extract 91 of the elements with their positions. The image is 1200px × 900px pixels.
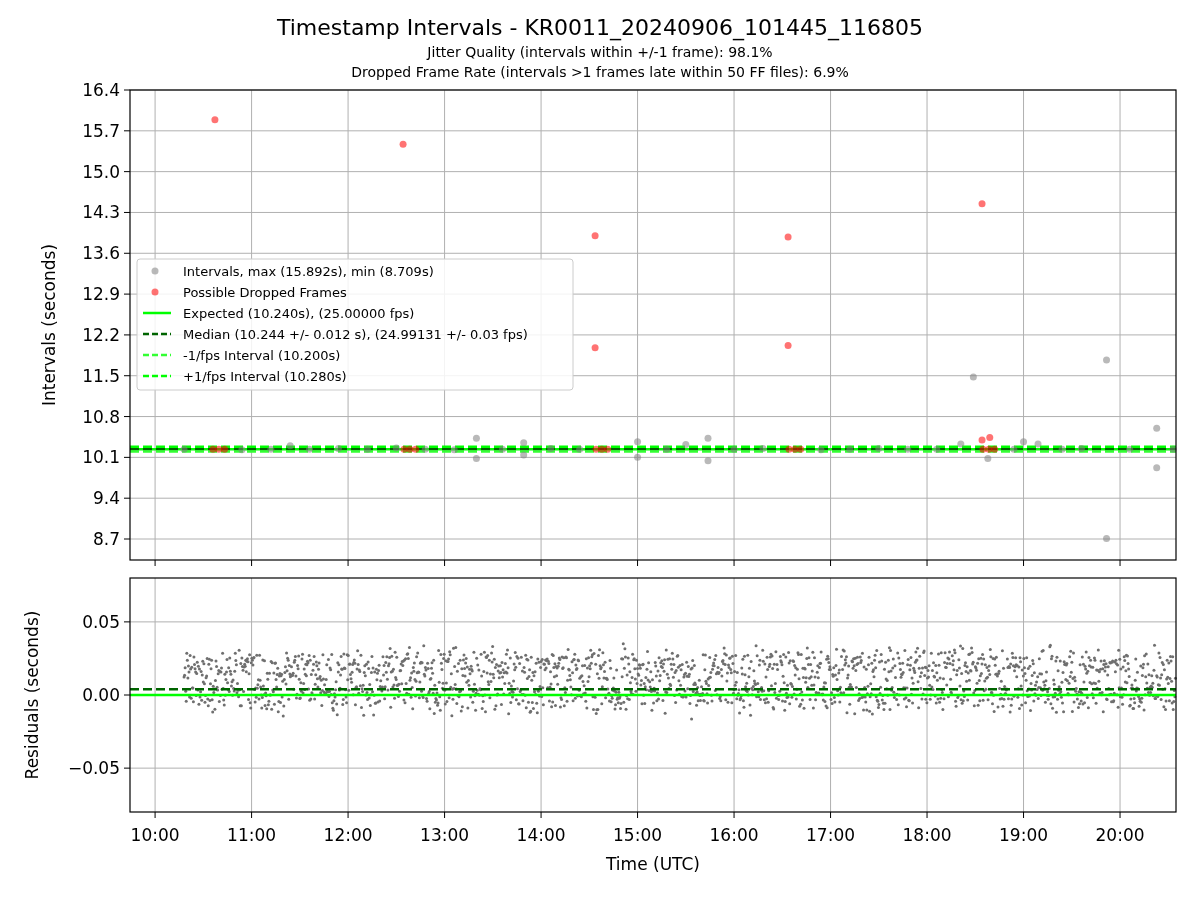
tick-label: 10.8 xyxy=(82,406,120,427)
legend-label: -1/fps Interval (10.200s) xyxy=(183,348,341,363)
point xyxy=(846,445,854,453)
point xyxy=(412,445,420,453)
point xyxy=(991,445,999,453)
point xyxy=(704,457,712,465)
legend-label: Intervals, max (15.892s), min (8.709s) xyxy=(183,264,434,279)
point xyxy=(663,445,671,453)
tick-label: 14:00 xyxy=(516,825,566,845)
point xyxy=(785,445,793,453)
tick-label: 0.00 xyxy=(82,685,120,705)
tick-label: 9.4 xyxy=(92,488,120,509)
point xyxy=(498,445,506,453)
point xyxy=(986,434,994,442)
tick-label: 13:00 xyxy=(420,825,470,845)
point xyxy=(400,445,408,453)
tick-label: 18:00 xyxy=(902,825,952,845)
tick-label: 15.7 xyxy=(82,120,120,141)
point xyxy=(472,434,480,442)
legend-label: +1/fps Interval (10.280s) xyxy=(183,369,347,384)
tick-label: 11.5 xyxy=(82,365,120,386)
point xyxy=(180,445,188,453)
point xyxy=(238,446,246,454)
axis-label: Residuals (seconds) xyxy=(22,610,42,780)
tick-label: 10:00 xyxy=(130,825,180,845)
point xyxy=(978,436,986,444)
point xyxy=(221,445,229,453)
point xyxy=(472,455,480,463)
point xyxy=(450,446,458,454)
point xyxy=(598,445,606,453)
point xyxy=(634,453,642,461)
tick-label: 10.1 xyxy=(82,447,120,468)
legend-label: Possible Dropped Frames xyxy=(183,285,347,300)
point xyxy=(604,445,612,453)
point xyxy=(730,445,738,453)
point xyxy=(1126,445,1134,453)
point xyxy=(634,438,642,446)
point xyxy=(875,445,883,453)
chart-title: Timestamp Intervals - KR0011_20240906_101445_116805 xyxy=(276,14,924,42)
tick-label: 12.2 xyxy=(82,324,120,345)
point xyxy=(305,445,313,453)
point xyxy=(1034,440,1042,448)
point xyxy=(682,441,690,449)
point xyxy=(797,445,805,453)
point xyxy=(1077,445,1085,453)
point xyxy=(791,445,799,453)
point xyxy=(904,445,912,453)
chart-subtitle: Dropped Frame Rate (intervals >1 frames late within 50 FF files): 6.9% xyxy=(351,63,849,82)
tick-label: 16.4 xyxy=(82,80,120,100)
point xyxy=(592,445,600,453)
point xyxy=(817,446,825,454)
point xyxy=(759,445,767,453)
tick-label: 16:00 xyxy=(709,825,759,845)
point xyxy=(984,455,992,463)
legend-label: Median (10.244 +/- 0.012 s), (24.99131 +/- 0.03 fps) xyxy=(183,327,528,342)
point xyxy=(406,445,414,453)
point xyxy=(267,445,275,453)
tick-label: 17:00 xyxy=(806,825,856,845)
tick-label: 15.0 xyxy=(82,161,120,182)
point xyxy=(392,444,400,452)
tick-label: 14.3 xyxy=(82,202,120,223)
point xyxy=(286,442,294,450)
point xyxy=(1020,438,1028,446)
tick-label: 12:00 xyxy=(323,825,373,845)
point xyxy=(520,451,528,459)
chart-subtitle: Jitter Quality (intervals within +/-1 frame): 98.1% xyxy=(427,43,773,62)
point xyxy=(985,445,993,453)
point xyxy=(334,445,342,453)
tick-label: 13.6 xyxy=(82,243,120,264)
point xyxy=(421,445,429,453)
tick-label: 8.7 xyxy=(92,529,120,549)
axis-label: Intervals (seconds) xyxy=(39,243,59,407)
legend-label: Expected (10.240s), (25.00000 fps) xyxy=(183,306,415,321)
tick-label: 15:00 xyxy=(613,825,663,845)
point xyxy=(547,445,555,453)
point xyxy=(1058,445,1066,453)
axis-label: Time (UTC) xyxy=(606,854,700,874)
tick-label: −0.05 xyxy=(67,758,120,779)
tick-label: 20:00 xyxy=(1095,825,1145,845)
tick-label: 12.9 xyxy=(82,284,120,305)
tick-label: 0.05 xyxy=(82,611,120,632)
point xyxy=(215,445,223,453)
point xyxy=(520,439,528,447)
point xyxy=(576,445,584,453)
point xyxy=(933,445,941,453)
tick-label: 11:00 xyxy=(227,825,277,845)
point xyxy=(363,445,371,453)
point xyxy=(704,434,712,442)
point xyxy=(1010,445,1018,453)
tick-label: 19:00 xyxy=(999,825,1049,845)
point xyxy=(957,440,965,448)
